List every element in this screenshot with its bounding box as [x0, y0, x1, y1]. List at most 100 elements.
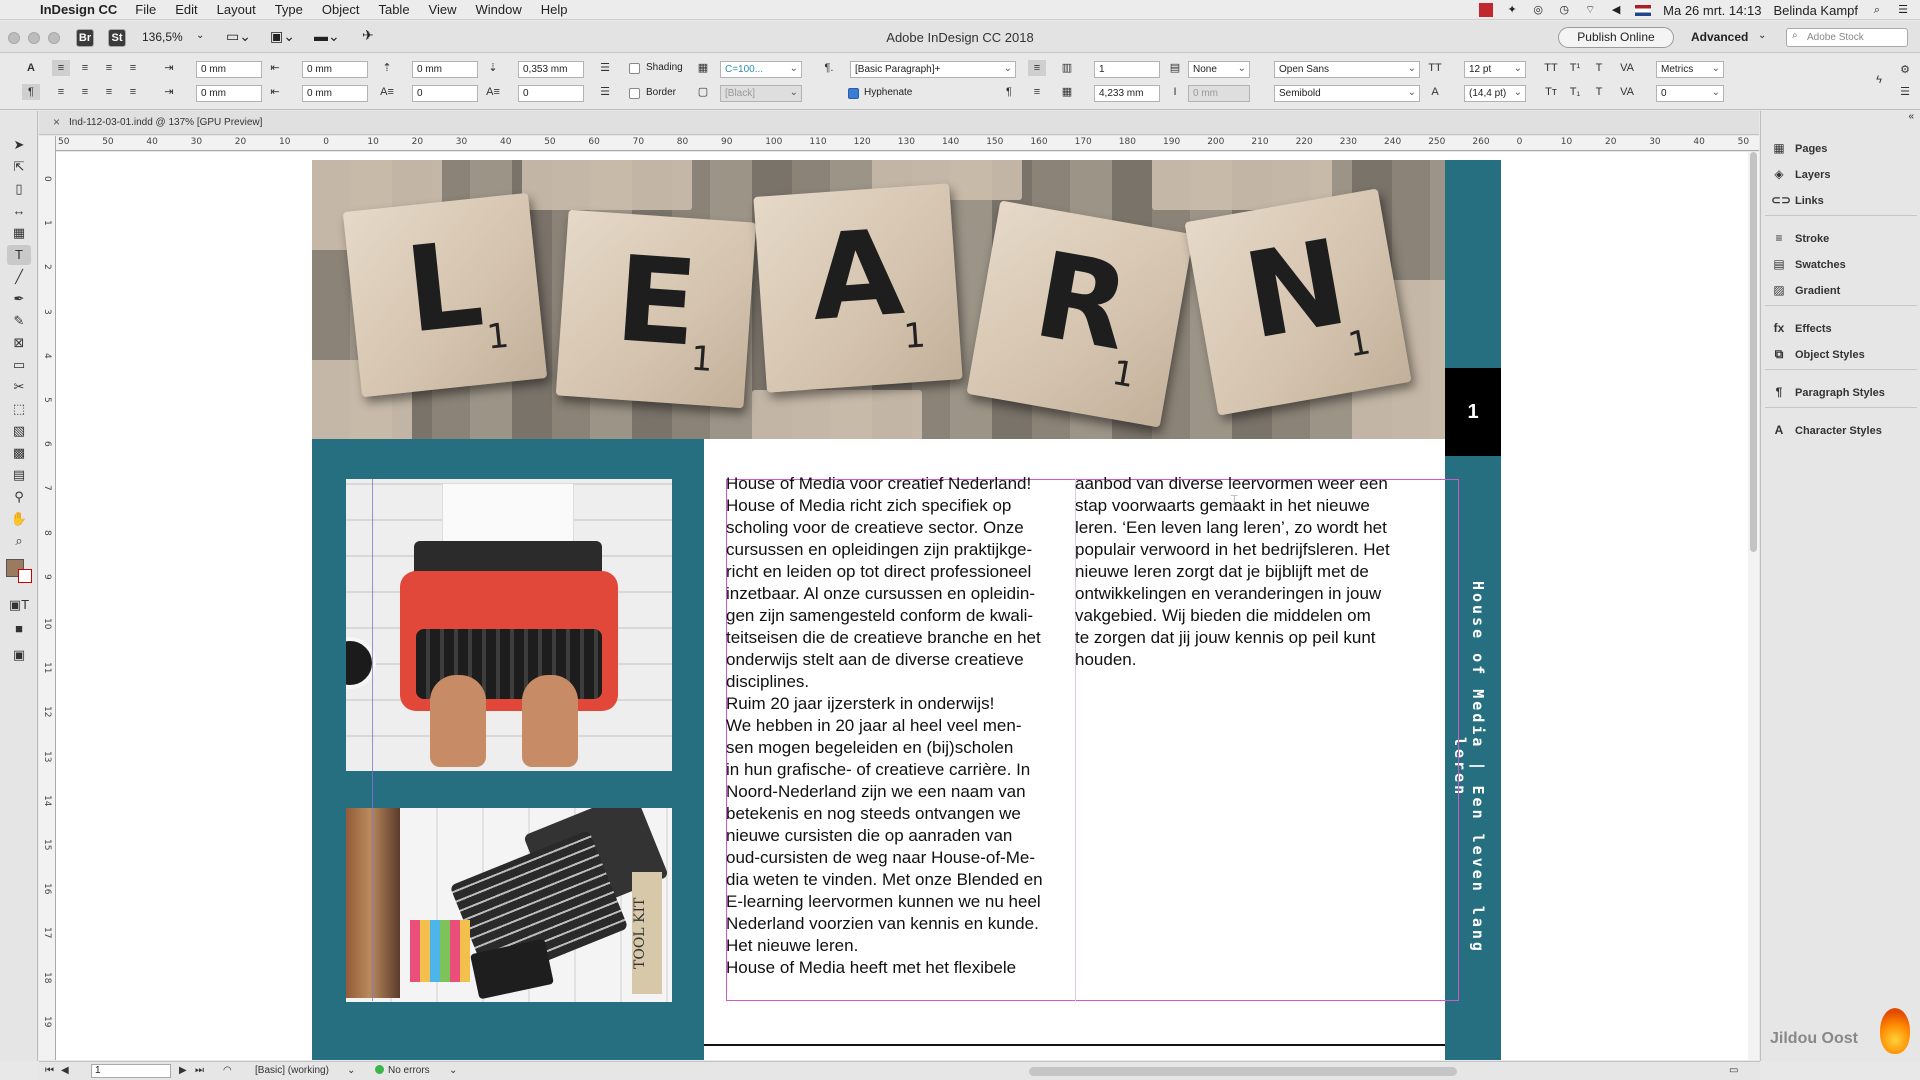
zoom-level[interactable]: 136,5% [142, 30, 183, 44]
columns-field[interactable]: 1 [1094, 61, 1160, 78]
page-number-field[interactable]: 1 [91, 1064, 171, 1078]
align-left-icon[interactable]: ≡ [52, 60, 70, 76]
text-column-2[interactable]: aanbod van diverse leervormen weer een st… [1075, 473, 1457, 671]
preflight-profile[interactable]: [Basic] (working) [255, 1065, 329, 1076]
font-size-field[interactable]: 12 pt [1464, 61, 1526, 78]
vertical-title[interactable]: House of Media | Een leven lang leren [1451, 552, 1487, 982]
font-family-dropdown[interactable]: Open Sans [1274, 61, 1420, 78]
subscript-icon[interactable]: T₁ [1566, 84, 1584, 100]
laptop-photo[interactable]: TOOL KIT [346, 808, 672, 1002]
formatting-affects-icon[interactable]: ▣T [7, 595, 31, 615]
text-line[interactable]: betekenis en nog steeds ontvangen we [726, 803, 1066, 825]
zoom-dropdown-icon[interactable]: ⌄ [196, 30, 204, 41]
first-line-indent-field[interactable]: 0 mm [196, 85, 262, 102]
text-line[interactable]: nieuwe cursisten die op aanraden van [726, 825, 1066, 847]
eyedropper-tool-icon[interactable]: ⚲ [7, 487, 31, 507]
panel-character-styles[interactable]: A Character Styles [1771, 421, 1882, 439]
quick-apply-icon[interactable]: ϟ [1870, 72, 1888, 88]
text-line[interactable]: populair verwoord in het bedrijfsleren. … [1075, 539, 1457, 561]
control-settings-icon[interactable]: ⚙ [1896, 62, 1914, 78]
menu-help[interactable]: Help [541, 2, 568, 17]
adobe-stock-search[interactable]: Adobe Stock [1786, 28, 1908, 47]
align-justify-icon[interactable]: ≡ [124, 60, 142, 76]
close-tab-icon[interactable]: × [53, 115, 60, 129]
text-line[interactable]: ontwikkelingen en veranderingen in jouw [1075, 583, 1457, 605]
text-line[interactable]: in hun grafische- of creatieve carrière.… [726, 759, 1066, 781]
menu-edit[interactable]: Edit [175, 2, 197, 17]
leading-field[interactable]: (14,4 pt) [1464, 85, 1526, 102]
text-line[interactable]: E-learning leervormen kunnen we nu heel [726, 891, 1066, 913]
selection-tool-icon[interactable]: ➤ [7, 135, 31, 155]
space-after-field[interactable]: 0,353 mm [518, 61, 584, 78]
text-line[interactable]: vakgebied. Wij bieden die middelen om [1075, 605, 1457, 627]
align-center-icon[interactable]: ≡ [76, 60, 94, 76]
panel-swatches[interactable]: ▤ Swatches [1771, 255, 1845, 273]
line-tool-icon[interactable]: ╱ [7, 267, 31, 287]
gradient-swatch-tool-icon[interactable]: ▧ [7, 421, 31, 441]
text-line[interactable]: sen mogen begeleiden en (bij)scholen [726, 737, 1066, 759]
workspace-switcher[interactable]: Advanced [1691, 30, 1748, 44]
menu-type[interactable]: Type [275, 2, 303, 17]
text-line[interactable]: disciplines. [726, 671, 1066, 693]
stock-button[interactable]: St [108, 29, 126, 47]
page-tool-icon[interactable]: ▯ [7, 179, 31, 199]
text-line[interactable]: Het nieuwe leren. [726, 935, 1066, 957]
type-tool-icon[interactable]: T [7, 245, 31, 265]
justify-center-icon[interactable]: ≡ [76, 84, 94, 100]
gpu-icon[interactable]: ✈ [362, 27, 374, 44]
last-line-indent-field[interactable]: 0 mm [302, 85, 368, 102]
pasteboard[interactable]: L 1 E 1 A 1 R 1 N 1 1 House of Media | E… [56, 152, 1759, 1060]
text-line[interactable]: House of Media heeft met het flexibele [726, 957, 1066, 979]
text-line[interactable]: scholing voor de creatieve sector. Onze [726, 517, 1066, 539]
align-to-grid-icon[interactable]: ≡ [1028, 60, 1046, 76]
justify-left-icon[interactable]: ≡ [52, 84, 70, 100]
superscript-icon[interactable]: T¹ [1566, 60, 1584, 76]
workspace-dropdown-icon[interactable]: ⌄ [1758, 30, 1766, 41]
space-before-field[interactable]: 0 mm [412, 61, 478, 78]
next-page-icon[interactable]: ▶ [179, 1065, 187, 1076]
view-options-icon[interactable]: ▭⌄ [226, 28, 251, 45]
menu-object[interactable]: Object [322, 2, 360, 17]
rectangle-frame-tool-icon[interactable]: ⊠ [7, 333, 31, 353]
text-line[interactable]: Ruim 20 jaar ijzersterk in onderwijs! [726, 693, 1066, 715]
left-indent-field[interactable]: 0 mm [196, 61, 262, 78]
app-menu[interactable]: InDesign CC [40, 2, 117, 17]
minimize-window-icon[interactable] [28, 32, 40, 44]
panel-links[interactable]: ⊂⊃ Links [1771, 191, 1824, 209]
justify-right-icon[interactable]: ≡ [100, 84, 118, 100]
preflight-dropdown-icon[interactable]: ⌄ [449, 1065, 457, 1076]
all-caps-icon[interactable]: TT [1542, 60, 1560, 76]
kerning-field[interactable]: Metrics [1656, 61, 1724, 78]
border-swatch[interactable]: [Black] [720, 85, 802, 102]
free-transform-tool-icon[interactable]: ⬚ [7, 399, 31, 419]
strikethrough-icon[interactable]: T [1590, 84, 1608, 100]
border-checkbox[interactable] [629, 88, 640, 99]
small-caps-icon[interactable]: Tт [1542, 84, 1560, 100]
paragraph-formatting-icon[interactable]: ¶ [22, 84, 40, 100]
flag-nl-icon[interactable] [1635, 4, 1652, 16]
panel-layers[interactable]: ◈ Layers [1771, 165, 1830, 183]
time-machine-icon[interactable]: ◷ [1557, 4, 1571, 16]
menu-table[interactable]: Table [378, 2, 409, 17]
numbered-list-icon[interactable]: ☰ [596, 84, 614, 100]
dropcap-lines-field[interactable]: 0 [412, 85, 478, 102]
typewriter-photo[interactable] [346, 479, 672, 771]
creative-cloud-icon[interactable] [1479, 3, 1494, 17]
text-line[interactable]: houden. [1075, 649, 1457, 671]
publish-online-button[interactable]: Publish Online [1558, 27, 1674, 48]
note-tool-icon[interactable]: ▤ [7, 465, 31, 485]
control-menu-icon[interactable]: ☰ [1896, 84, 1914, 100]
text-line[interactable]: gen zijn samengesteld conform de kwali- [726, 605, 1066, 627]
character-formatting-icon[interactable]: A [22, 60, 40, 76]
border-settings-icon[interactable]: ▢ [694, 84, 712, 100]
preflight-status[interactable]: No errors [388, 1065, 430, 1076]
vertical-scroll-thumb[interactable] [1750, 152, 1757, 552]
collapse-dock-icon[interactable]: « [1908, 111, 1914, 122]
hero-image[interactable]: L 1 E 1 A 1 R 1 N 1 [312, 160, 1445, 439]
text-line[interactable]: cursussen en opleidingen zijn praktijkge… [726, 539, 1066, 561]
menu-file[interactable]: File [135, 2, 156, 17]
rectangle-tool-icon[interactable]: ▭ [7, 355, 31, 375]
paragraph-style-dropdown[interactable]: [Basic Paragraph]+ [850, 61, 1016, 78]
panel-pages[interactable]: ▦ Pages [1771, 139, 1827, 157]
text-line[interactable]: inzetbaar. Al onze cursussen en opleidin… [726, 583, 1066, 605]
